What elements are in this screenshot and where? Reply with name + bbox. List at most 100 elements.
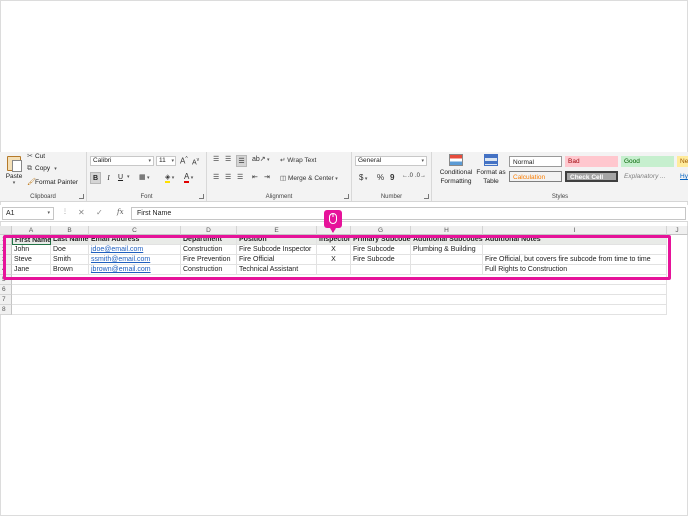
column-header-j[interactable]: J: [667, 226, 688, 235]
style-good[interactable]: Good: [621, 156, 674, 167]
table-cell[interactable]: [411, 265, 483, 275]
style-neutral[interactable]: Ne: [677, 156, 688, 167]
header-cell[interactable]: Email Address: [89, 235, 181, 245]
table-cell[interactable]: [317, 265, 351, 275]
table-cell[interactable]: Fire Official, but covers fire subcode f…: [483, 255, 667, 265]
table-cell[interactable]: Fire Subcode: [351, 255, 411, 265]
table-cell[interactable]: Technical Assistant: [237, 265, 317, 275]
style-check-cell[interactable]: Check Cell: [565, 171, 618, 182]
table-cell[interactable]: Fire Subcode: [351, 245, 411, 255]
number-format-select[interactable]: General ▾: [355, 156, 427, 166]
insert-function-icon[interactable]: fx: [117, 208, 124, 216]
chevron-down-icon[interactable]: ▾: [54, 166, 57, 172]
row-header-3[interactable]: 3: [0, 255, 12, 265]
header-cell[interactable]: Inspector: [317, 235, 351, 245]
select-all-corner[interactable]: [0, 226, 12, 235]
table-cell[interactable]: [351, 265, 411, 275]
wrap-text-button[interactable]: ↵ Wrap Text: [280, 156, 316, 164]
table-cell[interactable]: Fire Prevention: [181, 255, 237, 265]
email-link[interactable]: jdoe@email.com: [89, 245, 181, 255]
clipboard-launcher-icon[interactable]: [79, 194, 84, 199]
table-cell[interactable]: Doe: [51, 245, 89, 255]
align-center-icon[interactable]: ☰: [225, 173, 231, 181]
email-link[interactable]: jbrown@email.com: [89, 265, 181, 275]
style-normal[interactable]: Normal: [509, 156, 562, 167]
chevron-down-icon[interactable]: ▾: [4, 180, 24, 186]
empty-cells[interactable]: [12, 275, 667, 285]
increase-decimal-icon[interactable]: ←.0: [402, 173, 413, 179]
merge-center-button[interactable]: ◫ Merge & Center ▾: [280, 174, 338, 182]
column-header-i[interactable]: I: [483, 226, 667, 235]
more-options-icon[interactable]: ⋮: [62, 208, 68, 215]
spreadsheet-grid[interactable]: A B C D E F G H I J 1 2 3 4 5 6 7 8 Firs…: [0, 226, 688, 320]
grow-font-button[interactable]: A^: [180, 156, 188, 166]
decrease-decimal-icon[interactable]: .0→: [415, 173, 426, 179]
style-calculation[interactable]: Calculation: [509, 171, 562, 182]
column-header-a[interactable]: A: [12, 226, 51, 235]
header-cell[interactable]: Position: [237, 235, 317, 245]
header-cell[interactable]: First Name: [12, 235, 51, 245]
fill-color-button[interactable]: ◈ ▾: [165, 173, 174, 183]
enter-icon[interactable]: ✓: [96, 208, 103, 217]
empty-cells[interactable]: [12, 295, 667, 305]
table-cell[interactable]: [483, 245, 667, 255]
font-launcher-icon[interactable]: [199, 194, 204, 199]
align-middle-icon[interactable]: ☰: [225, 155, 231, 163]
column-header-c[interactable]: C: [89, 226, 181, 235]
style-hyperlink[interactable]: Hy: [677, 171, 688, 182]
style-bad[interactable]: Bad: [565, 156, 618, 167]
bold-button[interactable]: B: [90, 172, 101, 184]
align-top-icon[interactable]: ☰: [213, 155, 219, 163]
row-header-4[interactable]: 4: [0, 265, 12, 275]
row-header-8[interactable]: 8: [0, 305, 12, 315]
header-cell[interactable]: Department: [181, 235, 237, 245]
align-left-icon[interactable]: ☰: [213, 173, 219, 181]
table-cell[interactable]: Steve: [12, 255, 51, 265]
row-header-5[interactable]: 5: [0, 275, 12, 285]
copy-button[interactable]: ⧉ Copy ▾: [27, 165, 57, 175]
table-cell[interactable]: Plumbing & Building: [411, 245, 483, 255]
comma-style-button[interactable]: 9: [390, 173, 394, 182]
percent-button[interactable]: %: [377, 173, 384, 182]
conditional-formatting-button[interactable]: Conditional Formatting: [436, 154, 476, 186]
header-cell[interactable]: Primary Subcode: [351, 235, 411, 245]
table-cell[interactable]: Jane: [12, 265, 51, 275]
empty-cells[interactable]: [12, 305, 667, 315]
table-cell[interactable]: [411, 255, 483, 265]
chevron-down-icon[interactable]: ▾: [127, 174, 130, 180]
number-launcher-icon[interactable]: [424, 194, 429, 199]
italic-button[interactable]: I: [103, 172, 114, 184]
font-color-button[interactable]: A ▾: [184, 172, 193, 183]
column-header-h[interactable]: H: [411, 226, 483, 235]
format-as-table-button[interactable]: Format as Table: [476, 154, 506, 186]
style-explanatory[interactable]: Explanatory ...: [621, 171, 674, 182]
table-cell[interactable]: X: [317, 255, 351, 265]
email-link[interactable]: ssmith@email.com: [89, 255, 181, 265]
table-cell[interactable]: X: [317, 245, 351, 255]
name-box[interactable]: A1 ▾: [2, 207, 54, 220]
shrink-font-button[interactable]: Av: [192, 157, 199, 166]
header-cell[interactable]: Last Name: [51, 235, 89, 245]
table-cell[interactable]: John: [12, 245, 51, 255]
paste-button[interactable]: Paste ▾: [4, 154, 24, 188]
orientation-button[interactable]: ab↗ ▾: [252, 155, 270, 163]
underline-button[interactable]: U: [115, 172, 126, 184]
column-header-b[interactable]: B: [51, 226, 89, 235]
header-cell[interactable]: Additional Notes: [483, 235, 667, 245]
currency-button[interactable]: $ ▾: [359, 173, 367, 182]
column-header-d[interactable]: D: [181, 226, 237, 235]
font-size-select[interactable]: 11 ▾: [156, 156, 176, 166]
table-cell[interactable]: Smith: [51, 255, 89, 265]
table-cell[interactable]: Fire Subcode Inspector: [237, 245, 317, 255]
column-header-g[interactable]: G: [351, 226, 411, 235]
alignment-launcher-icon[interactable]: [344, 194, 349, 199]
borders-button[interactable]: ▦ ▾: [139, 173, 150, 181]
increase-indent-icon[interactable]: ⇥: [264, 173, 270, 181]
table-cell[interactable]: Full Rights to Construction: [483, 265, 667, 275]
row-header-2[interactable]: 2: [0, 245, 12, 255]
decrease-indent-icon[interactable]: ⇤: [252, 173, 258, 181]
table-cell[interactable]: Fire Official: [237, 255, 317, 265]
cancel-icon[interactable]: ✕: [78, 208, 85, 217]
table-cell[interactable]: Construction: [181, 265, 237, 275]
align-bottom-icon[interactable]: ☰: [236, 155, 247, 167]
